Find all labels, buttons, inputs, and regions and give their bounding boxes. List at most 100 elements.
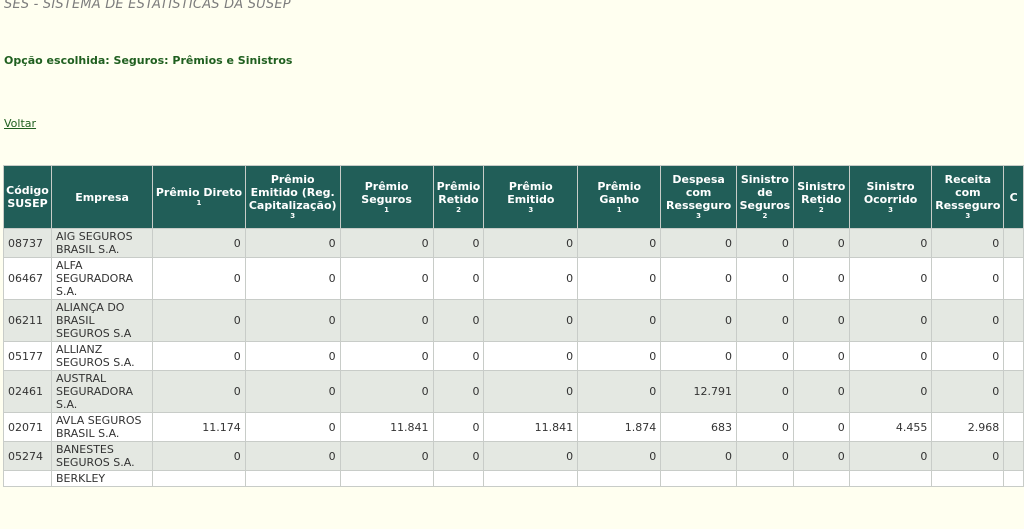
value-cell <box>660 470 737 487</box>
footnote-marker: 2 <box>818 205 824 214</box>
column-header: Sinistro Retido 2 <box>792 165 850 229</box>
footnote-marker: 1 <box>384 205 390 214</box>
column-header: Código SUSEP <box>3 165 52 229</box>
value-cell: 0 <box>735 412 794 442</box>
value-cell: 0 <box>660 257 737 300</box>
column-header: C <box>1003 165 1024 229</box>
truncated-cell <box>1003 470 1024 487</box>
table-row: BERKLEY <box>3 470 1024 487</box>
column-header: Receita com Resseguro 3 <box>931 165 1005 229</box>
table-row: 05177 ALLIANZ SEGUROS S.A. 0 0 0 0 0 0 0 0 0 0 0 <box>3 341 1024 371</box>
value-cell: 0 <box>931 299 1005 342</box>
company-cell: ALFA SEGURADORA S.A. <box>50 257 154 300</box>
susep-code-cell: 05274 <box>3 441 52 471</box>
value-cell: 0 <box>339 370 434 413</box>
column-header: Despesa com Resseguro 3 <box>660 165 737 229</box>
value-cell: 0 <box>432 228 485 258</box>
value-cell: 4.455 <box>848 412 933 442</box>
value-cell: 0 <box>735 228 794 258</box>
column-header-label: Prêmio Emitido (Reg. Capitalização) <box>248 173 337 212</box>
company-cell: AVLA SEGUROS BRASIL S.A. <box>50 412 154 442</box>
value-cell: 0 <box>339 228 434 258</box>
value-cell: 0 <box>792 341 850 371</box>
column-header-label: Código SUSEP <box>6 184 49 210</box>
value-cell: 0 <box>432 257 485 300</box>
value-cell <box>848 470 933 487</box>
value-cell: 0 <box>792 299 850 342</box>
value-cell: 0 <box>152 299 246 342</box>
value-cell <box>577 470 662 487</box>
value-cell: 0 <box>931 228 1005 258</box>
value-cell: 0 <box>792 257 850 300</box>
value-cell: 0 <box>244 257 341 300</box>
value-cell <box>792 470 850 487</box>
back-link[interactable]: Voltar <box>4 117 36 130</box>
value-cell: 0 <box>152 370 246 413</box>
value-cell: 0 <box>339 341 434 371</box>
value-cell: 0 <box>483 441 579 471</box>
value-cell: 0 <box>848 341 933 371</box>
value-cell: 0 <box>577 441 662 471</box>
value-cell: 0 <box>848 299 933 342</box>
value-cell: 0 <box>931 370 1005 413</box>
value-cell: 683 <box>660 412 737 442</box>
truncated-cell <box>1003 341 1024 371</box>
company-cell: ALIANÇA DO BRASIL SEGUROS S.A <box>50 299 154 342</box>
value-cell <box>931 470 1005 487</box>
system-title: SES - SISTEMA DE ESTATÍSTICAS DA SUSEP <box>4 0 291 12</box>
susep-code-cell <box>3 470 52 487</box>
value-cell: 11.174 <box>152 412 246 442</box>
value-cell: 0 <box>244 341 341 371</box>
value-cell: 0 <box>339 299 434 342</box>
truncated-cell <box>1003 299 1024 342</box>
value-cell: 0 <box>848 257 933 300</box>
table-row: 02461 AUSTRAL SEGURADORA S.A. 0 0 0 0 0 0 12.791… <box>3 370 1024 413</box>
company-cell: BERKLEY <box>50 470 154 487</box>
table-row: 06467 ALFA SEGURADORA S.A. 0 0 0 0 0 0 0 0 0 0 0 <box>3 257 1024 300</box>
statistics-table: Código SUSEP Empresa Prêmio Direto 1 Prêmio … <box>3 165 1024 487</box>
value-cell: 11.841 <box>339 412 434 442</box>
value-cell: 0 <box>735 299 794 342</box>
footnote-marker: 2 <box>762 212 768 220</box>
value-cell: 0 <box>931 341 1005 371</box>
column-header-label: Prêmio Direto <box>155 186 243 199</box>
value-cell <box>735 470 794 487</box>
value-cell: 0 <box>660 299 737 342</box>
truncated-cell <box>1003 228 1024 258</box>
column-header-label: Prêmio Ganho <box>597 179 642 206</box>
value-cell: 0 <box>577 299 662 342</box>
column-header-label: Prêmio Retido <box>436 179 481 206</box>
value-cell: 2.968 <box>931 412 1005 442</box>
susep-code-cell: 06211 <box>3 299 52 342</box>
company-cell: AUSTRAL SEGURADORA S.A. <box>50 370 154 413</box>
truncated-cell <box>1003 441 1024 471</box>
footnote-marker: 1 <box>196 199 202 207</box>
value-cell: 0 <box>660 341 737 371</box>
column-header: Prêmio Retido 2 <box>432 165 485 229</box>
value-cell: 0 <box>483 257 579 300</box>
value-cell: 0 <box>152 341 246 371</box>
statistics-table-container: Código SUSEP Empresa Prêmio Direto 1 Prêmio … <box>3 165 1024 487</box>
value-cell: 0 <box>848 370 933 413</box>
column-header: Prêmio Emitido 3 <box>483 165 579 229</box>
value-cell: 0 <box>244 228 341 258</box>
value-cell: 0 <box>792 412 850 442</box>
value-cell: 0 <box>244 299 341 342</box>
value-cell: 0 <box>735 341 794 371</box>
value-cell <box>339 470 434 487</box>
value-cell: 0 <box>483 299 579 342</box>
value-cell: 0 <box>931 257 1005 300</box>
table-row: 02071 AVLA SEGUROS BRASIL S.A. 11.174 0 11.8… <box>3 412 1024 442</box>
value-cell: 0 <box>432 341 485 371</box>
value-cell: 0 <box>577 228 662 258</box>
table-row: 08737 AIG SEGUROS BRASIL S.A. 0 0 0 0 0 0 0 0 0 0 0 <box>3 228 1024 258</box>
footnote-marker: 1 <box>616 205 622 214</box>
value-cell: 1.874 <box>577 412 662 442</box>
column-header-label: Empresa <box>75 190 129 204</box>
footnote-marker: 3 <box>696 212 702 220</box>
footnote-marker: 3 <box>965 212 971 220</box>
value-cell <box>152 470 246 487</box>
column-header: Empresa <box>50 165 154 229</box>
value-cell: 0 <box>848 228 933 258</box>
value-cell: 0 <box>244 412 341 442</box>
